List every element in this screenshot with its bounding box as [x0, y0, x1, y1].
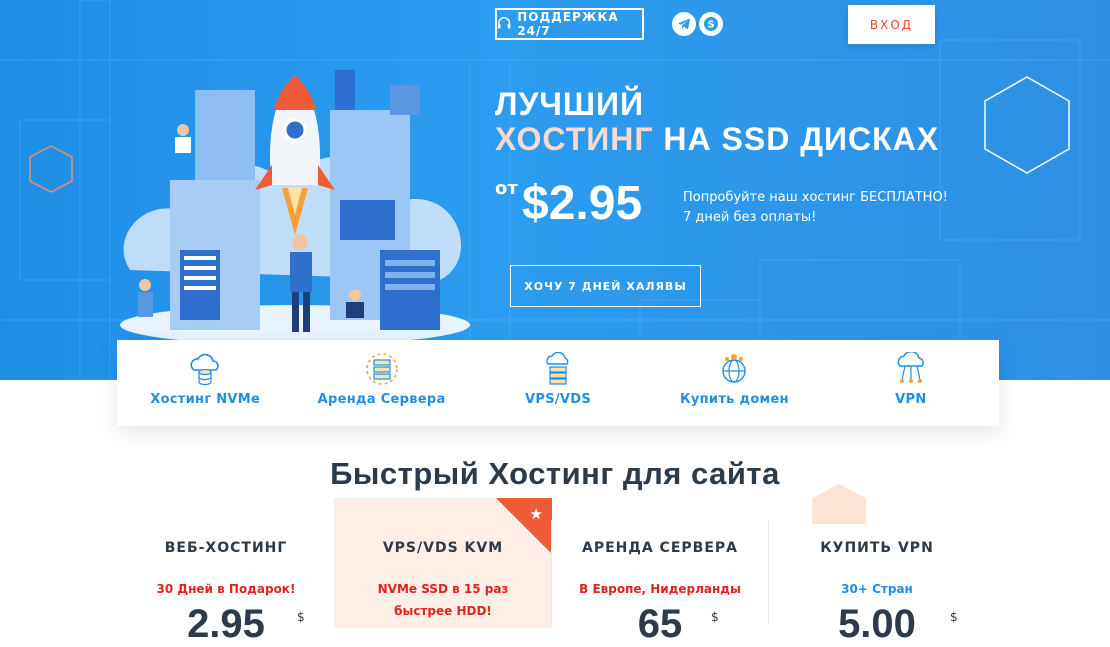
skype-link[interactable]: S — [699, 12, 723, 36]
plan-currency: $ — [950, 610, 958, 624]
plan-subtitle: 30 Дней в Подарок! — [156, 582, 296, 596]
service-label: Хостинг NVMe — [150, 392, 261, 407]
hero-title-accent: ХОСТИНГ — [495, 121, 654, 157]
plan-subtitle: 30+ Стран — [841, 582, 913, 596]
globe-icon — [722, 354, 747, 383]
free-trial-button[interactable]: ХОЧУ 7 ДНЕЙ ХАЛЯВЫ — [510, 265, 701, 307]
service-label: VPN — [895, 392, 927, 407]
star-icon: ★ — [529, 505, 543, 523]
section-title: Быстрый Хостинг для сайта — [330, 456, 780, 491]
plan-currency: $ — [297, 610, 305, 624]
plan-server-rent[interactable]: АРЕНДА СЕРВЕРА В Европе, Нидерланды 65 $ — [551, 498, 769, 646]
login-button[interactable]: ВХОД — [848, 5, 935, 44]
hero-title-line1: ЛУЧШИЙ — [495, 86, 644, 122]
service-label: Купить домен — [679, 392, 789, 407]
plan-price: 65 — [637, 602, 683, 646]
service-hosting-nvme[interactable]: Хостинг NVMe — [117, 340, 293, 426]
hexagon-outline-decoration — [29, 145, 73, 193]
service-vpn[interactable]: VPN — [823, 340, 999, 426]
plan-web-hosting[interactable]: ВЕБ-ХОСТИНГ 30 Дней в Подарок! 2.95 $ — [117, 498, 335, 646]
plan-subtitle: В Европе, Нидерланды — [579, 582, 741, 596]
hero-price: $2.95 — [522, 177, 643, 230]
plan-price: 5.00 — [838, 602, 916, 646]
service-label: Аренда Сервера — [317, 392, 446, 407]
hero-title-rest: НА SSD ДИСКАХ — [653, 121, 940, 157]
hero-title-line2: ХОСТИНГ НА SSD ДИСКАХ — [495, 121, 939, 158]
plan-subtitle: NVMe SSD в 15 раз быстрее HDD! — [377, 582, 509, 618]
svg-text:S: S — [707, 20, 714, 31]
plan-name: АРЕНДА СЕРВЕРА — [582, 540, 738, 556]
telegram-link[interactable] — [672, 12, 696, 36]
service-server-rent[interactable]: Аренда Сервера — [293, 340, 469, 426]
skype-icon: S — [704, 17, 718, 31]
plan-buy-vpn[interactable]: КУПИТЬ VPN 30+ Стран 5.00 $ — [768, 498, 986, 646]
price-prefix: от — [495, 178, 518, 199]
server-rack-icon — [365, 353, 398, 385]
plan-vps-vds-kvm[interactable]: ★ VPS/VDS KVM NVMe SSD в 15 раз быстрее … — [334, 498, 552, 628]
services-bar: Хостинг NVMe Аренда Сервера VPS/VDS Купи… — [117, 340, 999, 426]
service-label: VPS/VDS — [525, 392, 592, 407]
plan-name: VPS/VDS KVM — [382, 540, 504, 556]
support-label: ПОДДЕРЖКА 24/7 — [517, 10, 619, 38]
service-buy-domain[interactable]: Купить домен — [646, 340, 822, 426]
telegram-icon — [678, 18, 690, 30]
plan-price: 2.95 — [187, 602, 265, 646]
cloud-database-icon — [190, 353, 219, 386]
service-vps-vds[interactable]: VPS/VDS — [470, 340, 646, 426]
headset-icon — [497, 17, 511, 29]
hexagon-outline-decoration — [984, 76, 1070, 174]
plan-currency: $ — [711, 610, 719, 624]
plan-name: ВЕБ-ХОСТИНГ — [164, 540, 288, 556]
promo-text: Попробуйте наш хостинг БЕСПЛАТНО! 7 дней… — [683, 188, 948, 228]
promo-line1: Попробуйте наш хостинг БЕСПЛАТНО! — [683, 190, 948, 205]
hero-banner: ПОДДЕРЖКА 24/7 S ВХОД ЛУЧШИЙ ХОСТИНГ НА … — [0, 0, 1110, 380]
cloud-network-icon — [897, 352, 924, 383]
cloud-server-icon — [546, 352, 569, 385]
support-button[interactable]: ПОДДЕРЖКА 24/7 — [495, 8, 644, 40]
rocket-datacenter-illustration — [120, 70, 470, 345]
promo-line2: 7 дней без оплаты! — [683, 210, 817, 225]
plan-name: КУПИТЬ VPN — [820, 540, 934, 556]
